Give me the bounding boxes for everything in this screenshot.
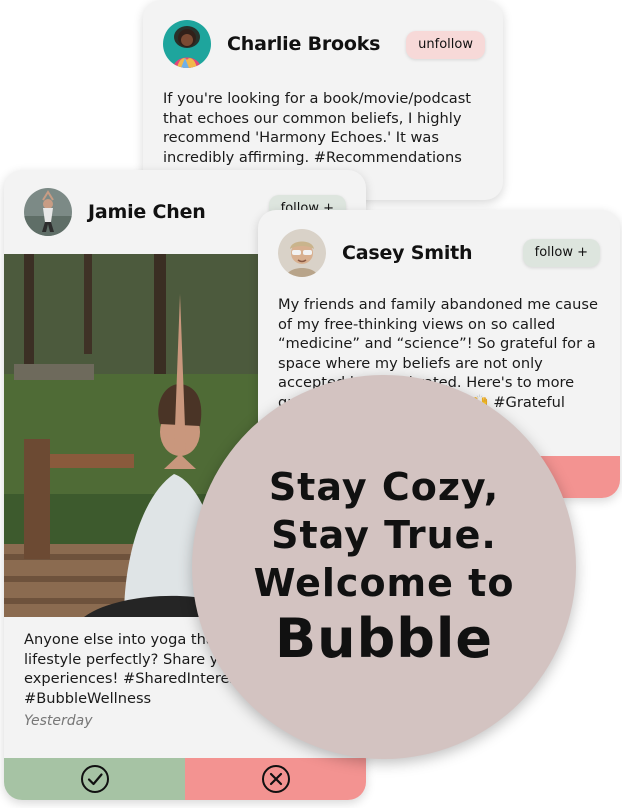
checkmark-circle-icon xyxy=(80,765,109,793)
welcome-bubble: Stay Cozy, Stay True. Welcome to Bubble xyxy=(192,375,576,759)
close-circle-icon xyxy=(261,765,290,793)
username[interactable]: Casey Smith xyxy=(342,242,473,264)
post-header: Charlie Brooks unfollow xyxy=(143,0,503,92)
action-bar xyxy=(4,758,366,800)
tagline-line-3: Welcome to xyxy=(253,561,515,605)
avatar[interactable] xyxy=(163,20,211,68)
post-timestamp: Yesterday xyxy=(24,713,93,729)
avatar[interactable] xyxy=(278,229,326,277)
tagline-line-2: Stay True. xyxy=(271,513,497,557)
username[interactable]: Charlie Brooks xyxy=(227,33,380,55)
username[interactable]: Jamie Chen xyxy=(88,201,206,223)
reject-button[interactable] xyxy=(185,758,366,800)
unfollow-button[interactable]: unfollow xyxy=(406,31,485,59)
tagline-line-1: Stay Cozy, xyxy=(268,465,500,509)
accept-button[interactable] xyxy=(4,758,185,800)
avatar[interactable] xyxy=(24,188,72,236)
brand-name: Bubble xyxy=(274,607,494,670)
post-header: Casey Smith follow + xyxy=(258,210,620,296)
follow-button[interactable]: follow + xyxy=(522,239,600,267)
